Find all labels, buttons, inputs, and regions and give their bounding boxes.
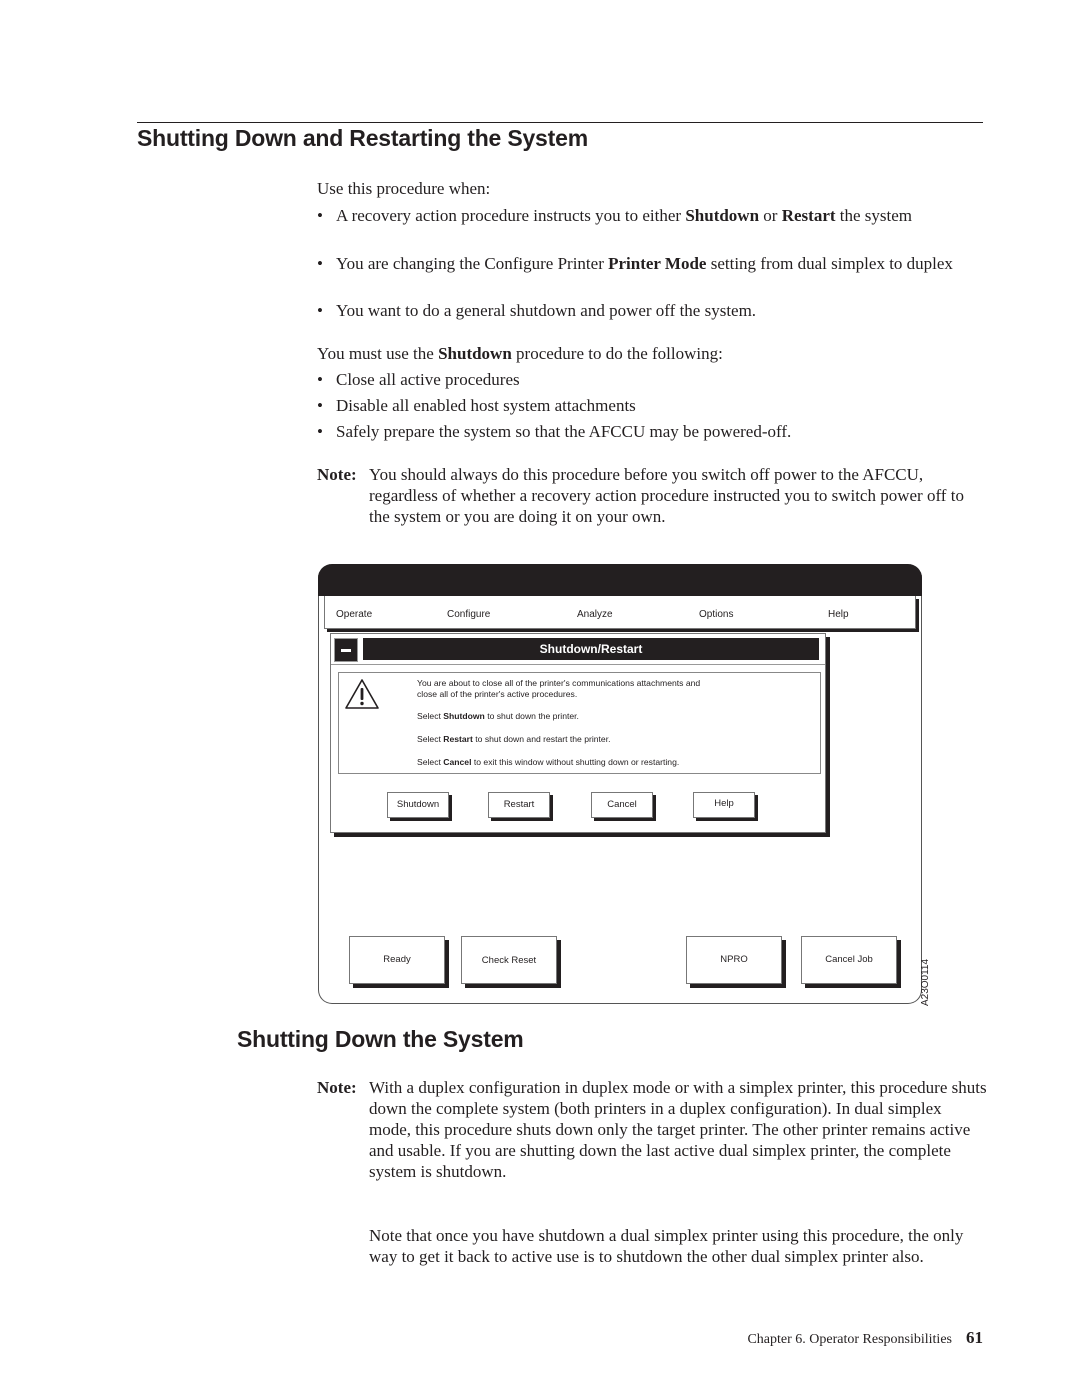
section-rule <box>137 122 983 123</box>
page-number: 61 <box>966 1328 983 1347</box>
note: Note: You should always do this procedur… <box>317 464 987 527</box>
figure-id: A23O0114 <box>920 958 932 1007</box>
dialog-title: Shutdown/Restart <box>363 638 819 660</box>
shutdown-restart-dialog: Shutdown/Restart You are about to close … <box>330 633 826 833</box>
divider <box>331 664 825 665</box>
page-footer: Chapter 6. Operator Responsibilities 61 <box>700 1328 983 1348</box>
ready-button[interactable]: Ready <box>349 936 445 984</box>
window-title-bar <box>318 564 922 596</box>
paragraph: Note that once you have shutdown a dual … <box>369 1226 964 1266</box>
menu-configure[interactable]: Configure <box>447 609 490 620</box>
list-item: • You are changing the Configure Printer… <box>317 254 953 273</box>
list-item: • Safely prepare the system so that the … <box>317 422 792 441</box>
message-line: You are about to close all of the printe… <box>417 678 701 688</box>
note-label: Note: <box>317 1078 357 1097</box>
message-line: Select Cancel to exit this window withou… <box>417 757 680 767</box>
note-text: With a duplex configuration in duplex mo… <box>369 1078 987 1181</box>
restart-button[interactable]: Restart <box>488 792 550 818</box>
list-item: • A recovery action procedure instructs … <box>317 206 913 225</box>
menu-analyze[interactable]: Analyze <box>577 609 613 620</box>
message-box: You are about to close all of the printe… <box>338 672 821 774</box>
menu-operate[interactable]: Operate <box>336 609 372 620</box>
must-intro-text: You must use the Shutdown procedure to d… <box>317 344 723 363</box>
check-reset-button[interactable]: Check Reset <box>461 936 557 984</box>
list-item: • You want to do a general shutdown and … <box>317 301 757 320</box>
note: Note: With a duplex configuration in dup… <box>317 1077 987 1182</box>
menu-options[interactable]: Options <box>699 609 733 620</box>
system-menu-button[interactable] <box>334 638 358 662</box>
menu-help[interactable]: Help <box>828 609 849 620</box>
help-button[interactable]: Help <box>693 792 755 818</box>
shutdown-button[interactable]: Shutdown <box>387 792 449 818</box>
warning-icon <box>345 679 379 709</box>
console-window-figure: Operate Configure Analyze Options Help S… <box>318 564 922 1004</box>
chapter-label: Chapter 6. Operator Responsibilities <box>747 1332 952 1347</box>
subsection-title: Shutting Down the System <box>237 1026 524 1052</box>
list-item: • Disable all enabled host system attach… <box>317 396 636 415</box>
message-line: close all of the printer's active proced… <box>417 688 578 699</box>
intro-text: Use this procedure when: <box>317 179 491 198</box>
cancel-button[interactable]: Cancel <box>591 792 653 818</box>
npro-button[interactable]: NPRO <box>686 936 782 984</box>
note-label: Note: <box>317 465 357 484</box>
note-text: You should always do this procedure befo… <box>369 465 964 526</box>
menu-bar: Operate Configure Analyze Options Help <box>324 596 916 629</box>
message-line: Select Shutdown to shut down the printer… <box>417 711 579 721</box>
message-line: Select Restart to shut down and restart … <box>417 734 611 744</box>
list-item: • Close all active procedures <box>317 370 520 389</box>
section-title: Shutting Down and Restarting the System <box>137 125 588 151</box>
cancel-job-button[interactable]: Cancel Job <box>801 936 897 984</box>
